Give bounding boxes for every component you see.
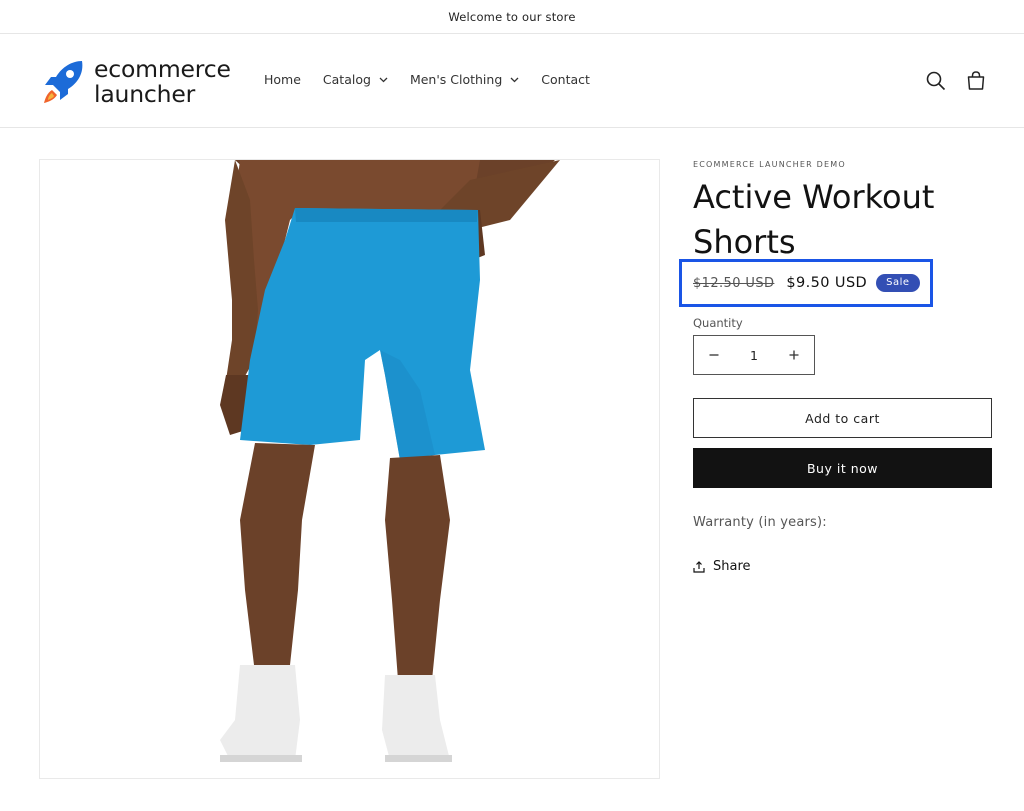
nav-mens-clothing-label: Men's Clothing: [409, 72, 503, 87]
quantity-decrease-button[interactable]: [694, 336, 734, 374]
minus-icon: [709, 354, 719, 356]
main-nav: Home Catalog Men's Clothing Contact: [264, 72, 612, 87]
chevron-down-icon: [510, 77, 519, 82]
quantity-input[interactable]: 1: [734, 348, 774, 363]
share-label: Share: [713, 559, 751, 574]
quantity-label: Quantity: [693, 316, 743, 330]
buy-now-button[interactable]: Buy it now: [693, 448, 992, 488]
quantity-increase-button[interactable]: [774, 336, 814, 374]
product-title: Active Workout Shorts: [693, 175, 993, 265]
product-info: ECOMMERCE LAUNCHER DEMO Active Workout S…: [693, 159, 993, 265]
nav-mens-clothing[interactable]: Men's Clothing: [410, 72, 519, 87]
price-highlight-box: $12.50 USD $9.50 USD Sale: [679, 259, 933, 307]
warranty-label: Warranty (in years):: [693, 515, 827, 530]
share-icon: [693, 560, 705, 573]
product-vendor: ECOMMERCE LAUNCHER DEMO: [693, 160, 846, 169]
announcement-text: Welcome to our store: [448, 9, 576, 24]
nav-contact[interactable]: Contact: [541, 72, 590, 87]
store-logo[interactable]: ecommerce launcher: [38, 57, 231, 107]
nav-catalog[interactable]: Catalog: [323, 72, 388, 87]
plus-icon: [789, 350, 799, 360]
add-to-cart-button[interactable]: Add to cart: [693, 398, 992, 438]
header-icons: [908, 69, 988, 93]
logo-line-1: ecommerce: [94, 55, 231, 83]
chevron-down-icon: [379, 77, 388, 82]
sale-price: $9.50 USD: [786, 275, 868, 291]
nav-home[interactable]: Home: [264, 72, 301, 87]
nav-contact-label: Contact: [541, 72, 590, 87]
sale-badge: Sale: [876, 274, 920, 292]
quantity-stepper: 1: [693, 335, 815, 375]
site-header: ecommerce launcher Home Catalog Men's Cl…: [0, 34, 1024, 128]
search-icon[interactable]: [924, 69, 948, 93]
cart-icon[interactable]: [964, 69, 988, 93]
rocket-icon: [44, 61, 83, 103]
product-photo: [220, 160, 560, 762]
compare-at-price: $12.50 USD: [693, 275, 775, 291]
product-image[interactable]: [39, 159, 660, 779]
logo-line-2: launcher: [94, 80, 196, 108]
product-title-line-1: Active Workout: [693, 178, 935, 216]
nav-home-label: Home: [264, 72, 301, 87]
share-button[interactable]: Share: [693, 559, 751, 574]
nav-catalog-label: Catalog: [322, 72, 371, 87]
announcement-bar: Welcome to our store: [0, 0, 1024, 34]
